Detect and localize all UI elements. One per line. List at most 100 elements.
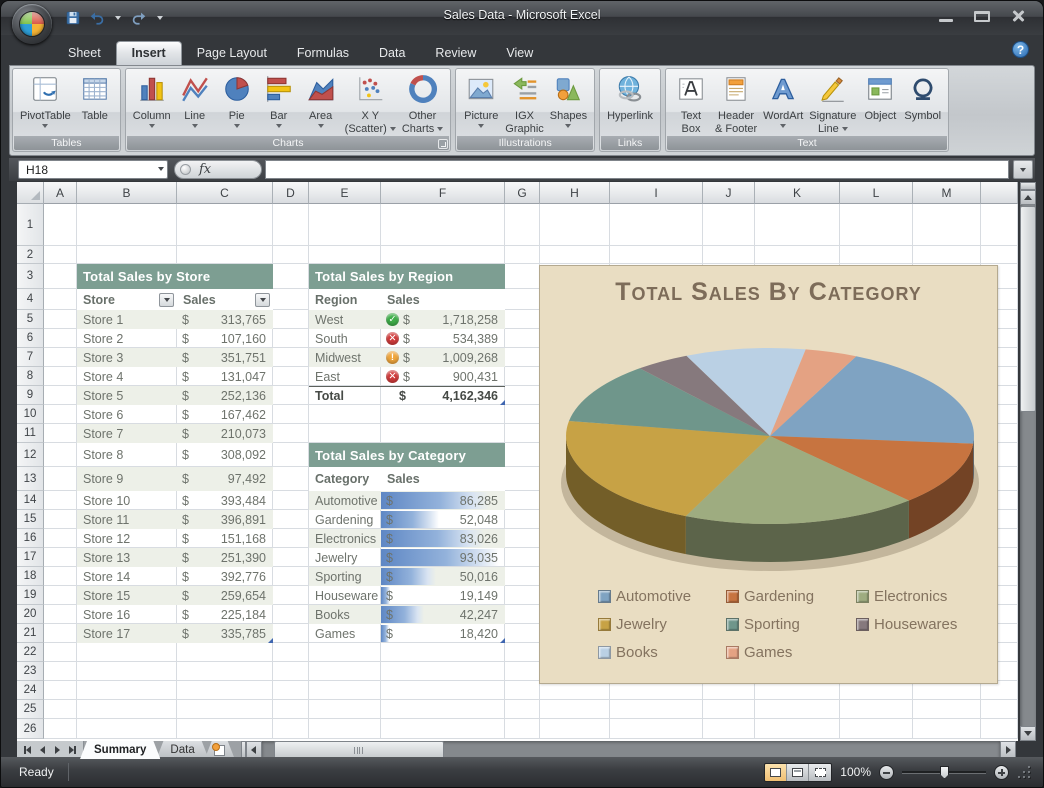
cell[interactable] bbox=[77, 204, 177, 246]
cell[interactable] bbox=[77, 681, 177, 700]
store-name-cell[interactable]: Store 12 bbox=[77, 529, 177, 548]
cell[interactable] bbox=[44, 605, 77, 624]
cell[interactable] bbox=[505, 719, 540, 739]
vscroll-split-handle[interactable] bbox=[1020, 182, 1036, 190]
table-row[interactable]: Midwest!$1,009,268 bbox=[309, 348, 505, 367]
row-header-15[interactable]: 15 bbox=[17, 510, 44, 529]
cell[interactable] bbox=[505, 264, 540, 289]
cell[interactable] bbox=[44, 424, 77, 443]
cell[interactable] bbox=[505, 529, 540, 548]
cell[interactable] bbox=[44, 548, 77, 567]
sales-cell[interactable]: $396,891 bbox=[177, 510, 273, 529]
table-row[interactable]: West✓$1,718,258 bbox=[309, 310, 505, 329]
table-row[interactable]: South✕$534,389 bbox=[309, 329, 505, 348]
category-name-cell[interactable]: Houseware bbox=[309, 586, 381, 605]
cell[interactable] bbox=[44, 624, 77, 643]
store-name-cell[interactable]: Store 14 bbox=[77, 567, 177, 586]
save-button[interactable] bbox=[63, 8, 83, 28]
table-row[interactable]: Electronics$83,026 bbox=[309, 529, 505, 548]
cell[interactable] bbox=[755, 700, 840, 719]
first-sheet-icon[interactable] bbox=[21, 744, 34, 757]
picture-button[interactable]: Picture bbox=[460, 72, 502, 131]
cell[interactable] bbox=[273, 329, 309, 348]
cell[interactable] bbox=[381, 700, 505, 719]
cell[interactable] bbox=[505, 700, 540, 719]
close-icon[interactable] bbox=[1007, 9, 1029, 24]
line-button[interactable]: Line bbox=[174, 72, 216, 131]
table-row[interactable]: Store 12$151,168 bbox=[77, 529, 273, 548]
cell[interactable] bbox=[755, 204, 840, 246]
sheet-tab-summary[interactable]: Summary bbox=[80, 741, 160, 759]
qat-customize-icon[interactable] bbox=[153, 8, 167, 28]
cell[interactable] bbox=[273, 467, 309, 491]
zoom-slider[interactable] bbox=[902, 771, 986, 774]
table-row[interactable]: Store 15$259,654 bbox=[77, 586, 273, 605]
cell[interactable] bbox=[610, 204, 703, 246]
table-row[interactable]: Jewelry$93,035 bbox=[309, 548, 505, 567]
legend-item-housewares[interactable]: Housewares bbox=[856, 616, 957, 633]
cell[interactable] bbox=[309, 643, 381, 662]
sales-cell[interactable]: $259,654 bbox=[177, 586, 273, 605]
sales-cell[interactable]: $97,492 bbox=[177, 467, 273, 491]
region-name-cell[interactable]: East bbox=[309, 367, 381, 386]
row-header-9[interactable]: 9 bbox=[17, 386, 44, 405]
cell[interactable] bbox=[381, 643, 505, 662]
cell[interactable] bbox=[273, 264, 309, 289]
row-header-13[interactable]: 13 bbox=[17, 467, 44, 491]
cell[interactable] bbox=[505, 329, 540, 348]
store-name-cell[interactable]: Store 15 bbox=[77, 586, 177, 605]
row-header-21[interactable]: 21 bbox=[17, 624, 44, 643]
store-name-cell[interactable]: Store 1 bbox=[77, 310, 177, 329]
sales-cell[interactable]: !$1,009,268 bbox=[381, 348, 505, 367]
hyperlink-button[interactable]: Hyperlink bbox=[604, 72, 656, 125]
sales-cell[interactable]: $131,047 bbox=[177, 367, 273, 386]
store-name-cell[interactable]: Store 3 bbox=[77, 348, 177, 367]
cell[interactable] bbox=[840, 204, 913, 246]
cell[interactable] bbox=[44, 367, 77, 386]
cell[interactable] bbox=[177, 204, 273, 246]
cell[interactable] bbox=[273, 700, 309, 719]
cell[interactable] bbox=[505, 662, 540, 681]
cell[interactable] bbox=[44, 246, 77, 264]
cell[interactable] bbox=[273, 681, 309, 700]
table-row[interactable]: Store 16$225,184 bbox=[77, 605, 273, 624]
pie-button[interactable]: Pie bbox=[216, 72, 258, 131]
cell[interactable] bbox=[309, 719, 381, 739]
legend-item-electronics[interactable]: Electronics bbox=[856, 588, 947, 605]
store-column-header[interactable]: Store bbox=[77, 293, 177, 307]
table-row[interactable]: Store 3$351,751 bbox=[77, 348, 273, 367]
cell[interactable] bbox=[309, 246, 381, 264]
cell[interactable] bbox=[44, 405, 77, 424]
cell[interactable] bbox=[981, 204, 1018, 246]
sales-cell[interactable]: $93,035 bbox=[381, 548, 505, 567]
row-header-20[interactable]: 20 bbox=[17, 605, 44, 624]
store-name-cell[interactable]: Store 16 bbox=[77, 605, 177, 624]
row-header-4[interactable]: 4 bbox=[17, 289, 44, 310]
cell[interactable] bbox=[505, 567, 540, 586]
sales-cell[interactable]: $393,484 bbox=[177, 491, 273, 510]
column-header-A[interactable]: A bbox=[44, 182, 77, 204]
cell[interactable] bbox=[913, 700, 981, 719]
cell[interactable] bbox=[981, 719, 1018, 739]
cell[interactable] bbox=[273, 204, 309, 246]
cell[interactable] bbox=[505, 386, 540, 405]
sales-cell[interactable]: ✕$534,389 bbox=[381, 329, 505, 348]
table-row[interactable]: Store 7$210,073 bbox=[77, 424, 273, 443]
pivottable-button[interactable]: PivotTable bbox=[17, 72, 74, 131]
x-y-scatter--button[interactable]: X Y(Scatter) bbox=[342, 72, 399, 138]
table-row[interactable]: Store 6$167,462 bbox=[77, 405, 273, 424]
category-name-cell[interactable]: Books bbox=[309, 605, 381, 624]
store-name-cell[interactable]: Store 8 bbox=[77, 443, 177, 467]
cell[interactable] bbox=[840, 700, 913, 719]
store-name-cell[interactable]: Store 17 bbox=[77, 624, 177, 643]
table-row[interactable]: Store 11$396,891 bbox=[77, 510, 273, 529]
cell[interactable] bbox=[540, 246, 610, 264]
table-resize-handle[interactable] bbox=[500, 400, 505, 405]
header-footer-button[interactable]: Header& Footer bbox=[712, 72, 760, 138]
table-row[interactable]: Houseware$19,149 bbox=[309, 586, 505, 605]
cell[interactable] bbox=[540, 719, 610, 739]
zoom-in-icon[interactable] bbox=[994, 765, 1009, 780]
row-header-24[interactable]: 24 bbox=[17, 681, 44, 700]
text-box-button[interactable]: TextBox bbox=[670, 72, 712, 138]
row-header-22[interactable]: 22 bbox=[17, 643, 44, 662]
